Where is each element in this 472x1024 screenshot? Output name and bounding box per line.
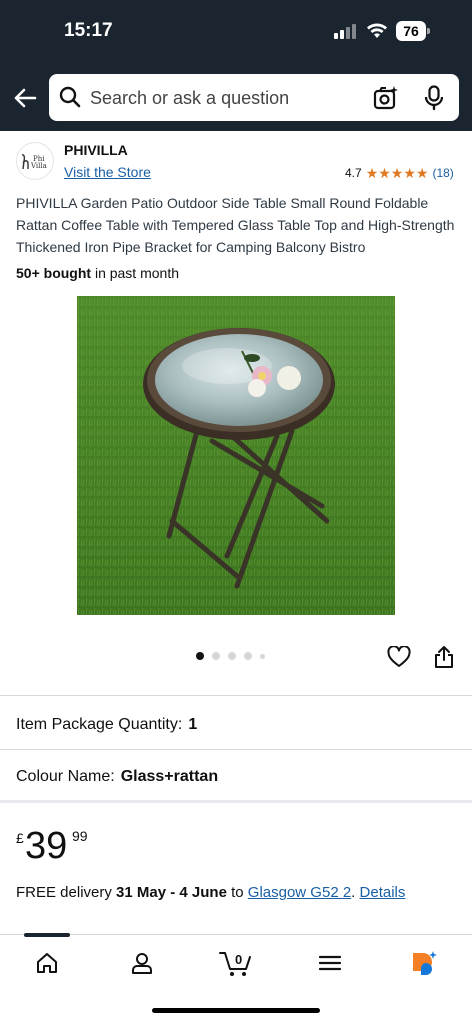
cellular-signal-icon [334, 23, 360, 39]
carousel-dot[interactable] [244, 652, 252, 660]
nav-account[interactable] [122, 947, 162, 979]
nav-cart[interactable]: 0 [215, 947, 255, 979]
price-whole: 39 [25, 825, 68, 867]
active-tab-indicator [24, 933, 70, 937]
brand-logo[interactable]: Phi Villa [16, 142, 54, 180]
divider [0, 800, 472, 803]
divider [0, 695, 472, 696]
back-arrow-icon[interactable] [12, 85, 38, 111]
colour-name-selector[interactable]: Colour Name: Glass+rattan [16, 768, 218, 786]
search-placeholder: Search or ask a question [90, 88, 290, 108]
logo-text-bottom: Villa [30, 162, 47, 170]
price-fraction: 99 [72, 828, 88, 844]
product-title: PHIVILLA Garden Patio Outdoor Side Table… [16, 195, 455, 255]
delivery-location-link[interactable]: Glasgow G52 2 [248, 884, 351, 901]
battery-level: 76 [396, 21, 426, 41]
product-image[interactable] [77, 296, 395, 615]
battery-icon: 76 [396, 21, 430, 41]
status-time: 15:17 [64, 20, 113, 41]
divider [0, 749, 472, 750]
nav-home[interactable] [27, 947, 67, 979]
nav-rufus[interactable] [404, 947, 444, 979]
search-input[interactable]: Search or ask a question [49, 74, 459, 121]
carousel-dot[interactable] [228, 652, 236, 660]
bought-in-past-month: 50+ bought in past month [16, 265, 179, 281]
colour-value: Glass+rattan [120, 768, 219, 785]
delivery-dates: 31 May - 4 June [116, 884, 227, 901]
delivery-prefix: FREE delivery [16, 884, 117, 901]
delivery-sep: . [351, 884, 360, 901]
rating-score: 4.7 [345, 166, 362, 180]
app-header: 15:17 76 Search or ask a question [0, 0, 472, 131]
star-rating-icon: ★★★★★ [365, 165, 429, 181]
rufus-icon [413, 951, 437, 975]
menu-icon [318, 955, 342, 971]
search-icon [59, 86, 81, 108]
share-icon[interactable] [433, 645, 455, 669]
nav-menu[interactable] [310, 947, 350, 979]
delivery-details-link[interactable]: Details [360, 884, 406, 901]
bought-suffix: in past month [91, 265, 179, 281]
carousel-dot[interactable] [212, 652, 220, 660]
bought-count: 50+ bought [16, 265, 92, 281]
camera-search-icon[interactable] [373, 85, 399, 111]
delivery-info: FREE delivery 31 May - 4 June to Glasgow… [16, 884, 405, 901]
cart-count: 0 [235, 952, 242, 967]
wifi-icon [367, 23, 387, 38]
carousel-dot[interactable] [196, 652, 204, 660]
brand-name: PHIVILLA [64, 142, 128, 158]
item-package-quantity[interactable]: Item Package Quantity: 1 [16, 716, 197, 734]
quantity-label: Item Package Quantity: [16, 716, 183, 733]
carousel-dot[interactable] [260, 653, 265, 659]
colour-label: Colour Name: [16, 768, 115, 785]
phivilla-logo-icon: Phi Villa [21, 154, 47, 170]
home-indicator [152, 1008, 320, 1013]
microphone-icon[interactable] [423, 85, 445, 111]
visit-store-link[interactable]: Visit the Store [64, 164, 151, 180]
cart-icon: 0 [219, 952, 251, 976]
account-icon [132, 953, 152, 974]
price-currency: £ [16, 830, 24, 846]
delivery-to: to [226, 884, 248, 901]
home-icon [37, 953, 57, 973]
quantity-value: 1 [188, 716, 198, 733]
rating-summary[interactable]: 4.7 ★★★★★ (18) [345, 166, 454, 180]
rating-count[interactable]: (18) [432, 166, 453, 180]
heart-icon[interactable] [387, 646, 411, 668]
carousel-dots[interactable] [196, 652, 265, 660]
